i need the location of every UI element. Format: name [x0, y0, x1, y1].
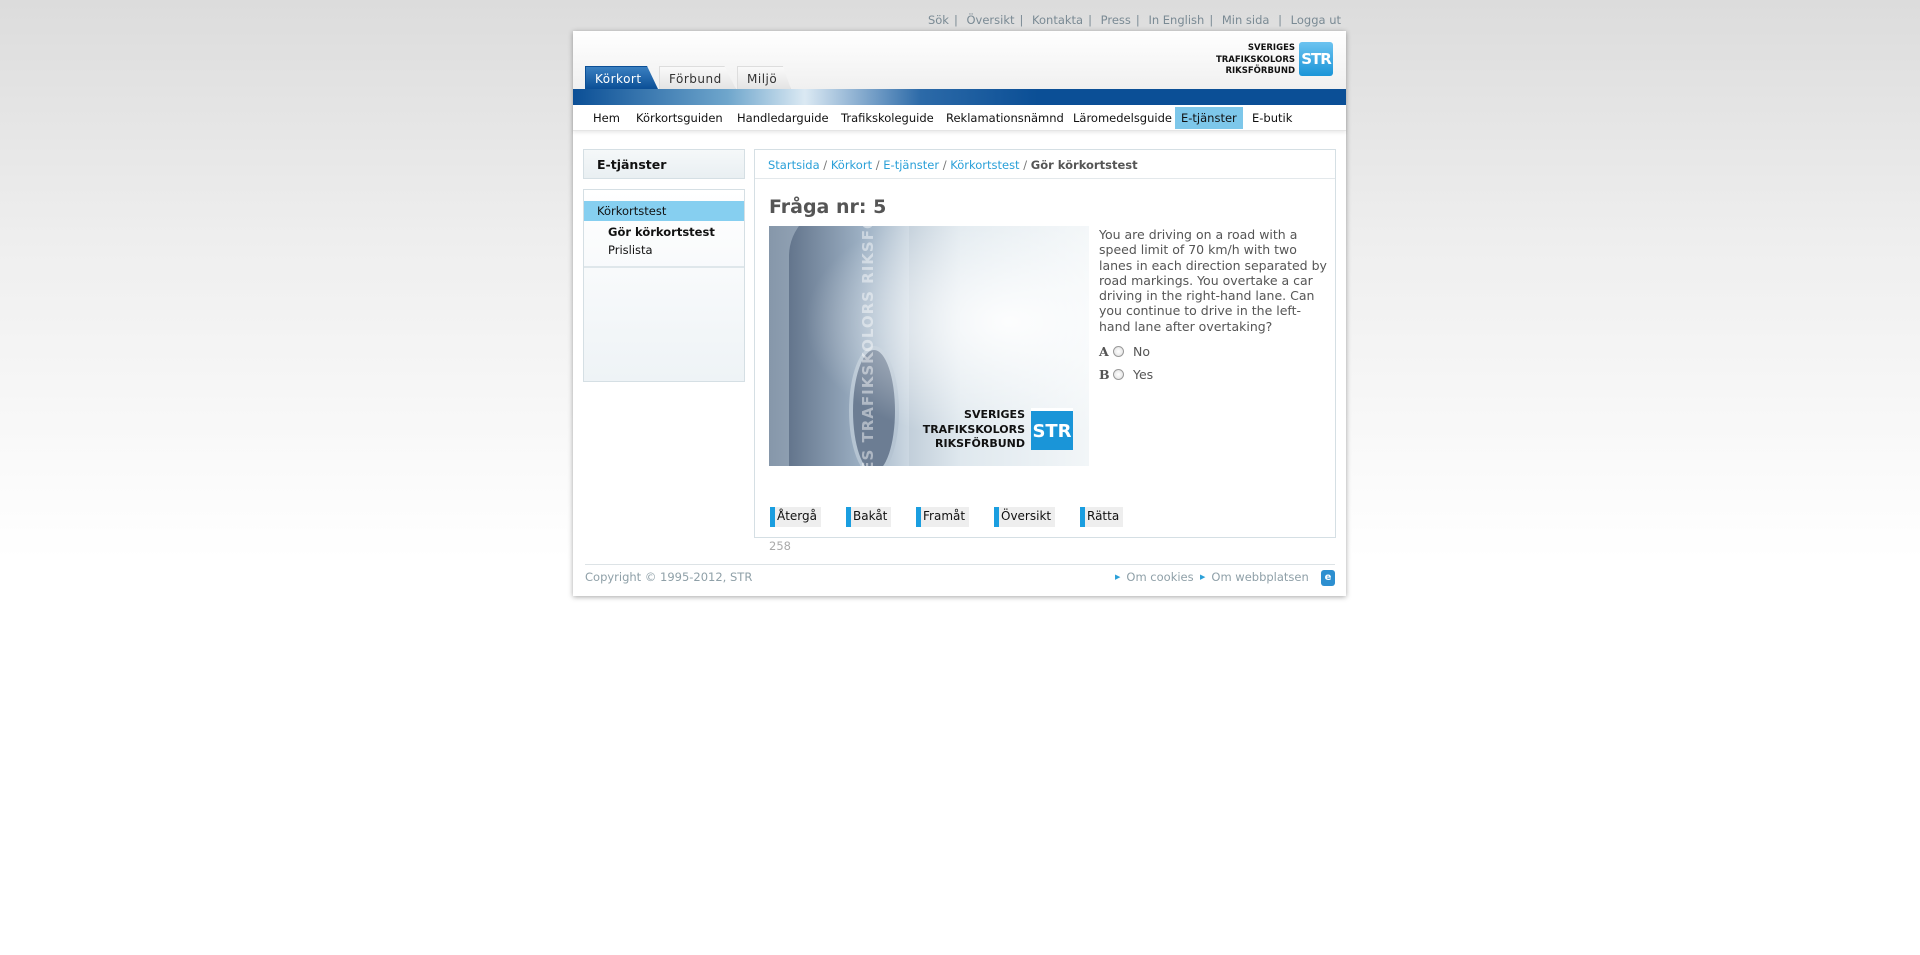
top-link-english[interactable]: In English: [1148, 13, 1204, 27]
footer-link-label: Om webbplatsen: [1211, 570, 1309, 584]
correct-button[interactable]: Rätta: [1080, 507, 1124, 527]
triangle-icon: ▶: [1200, 573, 1206, 581]
top-link-logout[interactable]: Logga ut: [1291, 13, 1341, 27]
header: Körkort Förbund Miljö SVERIGES TRAFIKSKOL…: [573, 31, 1346, 89]
copyright: Copyright © 1995-2012, STR: [585, 570, 753, 584]
breadcrumb-korkort[interactable]: Körkort: [831, 158, 872, 172]
question-title: Fråga nr: 5: [769, 196, 887, 218]
question-image: SVERIGES TRAFIKSKOLORS RIKSFÖRBUND SVERI…: [769, 226, 1089, 466]
logo-line: SVERIGES: [964, 408, 1025, 421]
sidebar-item-gor-korkortstest[interactable]: Gör körkortstest: [608, 225, 715, 239]
back-button[interactable]: Bakåt: [846, 507, 892, 527]
nav-hem[interactable]: Hem: [587, 107, 626, 129]
nav-e-butik[interactable]: E-butik: [1246, 107, 1298, 129]
breadcrumb-sep: /: [1023, 158, 1028, 172]
tab-forbund[interactable]: Förbund: [659, 66, 736, 89]
nav-e-tjanster[interactable]: E-tjänster: [1175, 107, 1243, 129]
sidebar-item-prislista[interactable]: Prislista: [608, 243, 653, 257]
top-links: Sök | Översikt | Kontakta | Press | In Engli…: [927, 13, 1341, 27]
image-logo: SVERIGES TRAFIKSKOLORS RIKSFÖRBUND STR: [913, 408, 1073, 452]
breadcrumb: Startsida / Körkort / E-tjänster / Körko…: [768, 158, 1138, 172]
nav-laromedelsguide[interactable]: Läromedelsguide: [1067, 107, 1178, 129]
option-letter: A: [1099, 344, 1109, 359]
top-link-contact[interactable]: Kontakta: [1032, 13, 1083, 27]
tab-korkort[interactable]: Körkort: [585, 66, 658, 89]
breadcrumb-sep: /: [875, 158, 880, 172]
breadcrumb-startsida[interactable]: Startsida: [768, 158, 820, 172]
breadcrumb-korkortstest[interactable]: Körkortstest: [950, 158, 1019, 172]
breadcrumb-sep: /: [942, 158, 947, 172]
sidebar-item-korkortstest[interactable]: Körkortstest: [584, 201, 744, 221]
footer-link-cookies[interactable]: ▶ Om cookies: [1115, 570, 1194, 584]
str-logo-icon: STR: [1299, 42, 1333, 76]
top-link-my-page[interactable]: Min sida: [1222, 13, 1270, 27]
nav-handledarguide[interactable]: Handledarguide: [731, 107, 835, 129]
share-icon[interactable]: e: [1321, 570, 1335, 586]
footer-link-about[interactable]: ▶ Om webbplatsen: [1200, 570, 1309, 584]
nav-korkortsguiden[interactable]: Körkortsguiden: [630, 107, 729, 129]
page-container: Körkort Förbund Miljö SVERIGES TRAFIKSKOL…: [573, 31, 1346, 596]
divider: [755, 178, 1335, 179]
main-panel: Startsida / Körkort / E-tjänster / Körko…: [754, 149, 1336, 553]
sidebar-divider: [584, 266, 744, 268]
header-bar: [573, 89, 1346, 105]
str-logo-icon: STR: [1031, 408, 1073, 450]
tab-miljo[interactable]: Miljö: [737, 66, 791, 89]
radio-no[interactable]: [1113, 346, 1124, 357]
footer: Copyright © 1995-2012, STR ▶ Om cookies ▶…: [585, 564, 1335, 594]
breadcrumb-current: Gör körkortstest: [1030, 158, 1138, 172]
option-label: No: [1133, 344, 1150, 359]
forward-button[interactable]: Framåt: [916, 507, 970, 527]
breadcrumb-sep: /: [823, 158, 828, 172]
nav-reklamationsnamnd[interactable]: Reklamationsnämnd: [940, 107, 1070, 129]
option-label: Yes: [1133, 367, 1154, 382]
question-count: 258: [769, 539, 791, 553]
option-letter: B: [1099, 367, 1110, 382]
overview-button[interactable]: Översikt: [994, 507, 1056, 527]
top-link-overview[interactable]: Översikt: [966, 13, 1014, 27]
breadcrumb-e-tjanster[interactable]: E-tjänster: [883, 158, 939, 172]
question-text: You are driving on a road with a speed l…: [1099, 227, 1327, 334]
logo-line: TRAFIKSKOLORS: [922, 422, 1025, 436]
image-watermark: SVERIGES TRAFIKSKOLORS RIKSFÖRBUND: [858, 226, 877, 466]
top-link-search[interactable]: Sök: [928, 13, 949, 27]
logo-line: RIKSFÖRBUND: [935, 437, 1025, 450]
logo-line: RIKSFÖRBUND: [1225, 66, 1295, 76]
main-nav: Hem Körkortsguiden Handledarguide Trafik…: [573, 105, 1346, 131]
footer-link-label: Om cookies: [1126, 570, 1194, 584]
radio-yes[interactable]: [1113, 369, 1124, 380]
triangle-icon: ▶: [1115, 573, 1121, 581]
logo-line: SVERIGES: [1247, 43, 1295, 53]
option-b[interactable]: B Yes: [1099, 367, 1153, 382]
logo-line: TRAFIKSKOLORS: [1215, 54, 1295, 65]
top-link-press[interactable]: Press: [1101, 13, 1131, 27]
sidebar-title: E-tjänster: [583, 149, 745, 179]
nav-trafikskoleguide[interactable]: Trafikskoleguide: [835, 107, 940, 129]
sidebar-menu: Körkortstest Gör körkortstest Prislista: [583, 189, 745, 382]
str-logo[interactable]: SVERIGES TRAFIKSKOLORS RIKSFÖRBUND STR: [1209, 42, 1333, 79]
atergå-button[interactable]: Återgå: [770, 507, 821, 527]
option-a[interactable]: A No: [1099, 344, 1150, 359]
